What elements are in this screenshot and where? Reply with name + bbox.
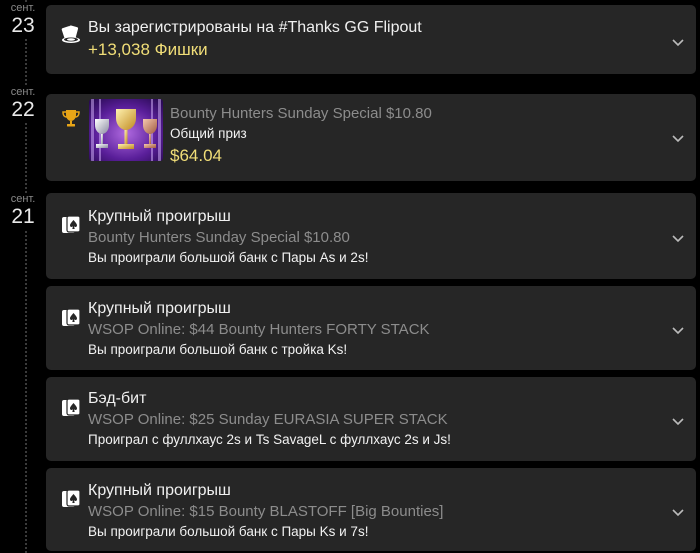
date-day: 23 bbox=[11, 14, 35, 37]
hand-detail: Вы проиграли большой банк с тройка Ks! bbox=[88, 342, 348, 357]
tournament-name: WSOP Online: $25 Sunday EURASIA SUPER ST… bbox=[88, 411, 448, 428]
notification-card-hand[interactable]: Бэд-бит WSOP Online: $25 Sunday EURASIA … bbox=[46, 377, 696, 461]
notification-title: Крупный проигрыш bbox=[88, 300, 231, 317]
chevron-down-icon[interactable] bbox=[672, 131, 684, 143]
hand-detail: Проиграл с фуллхаус 2s и Ts SavageL с фу… bbox=[88, 432, 451, 447]
chips-cards-icon bbox=[60, 23, 82, 45]
chevron-down-icon[interactable] bbox=[672, 323, 684, 335]
tournament-name: WSOP Online: $44 Bounty Hunters FORTY ST… bbox=[88, 321, 430, 338]
date-marker: сент. 23 bbox=[0, 2, 46, 38]
tournament-name: WSOP Online: $15 Bounty BLASTOFF [Big Bo… bbox=[88, 503, 444, 520]
prize-label: Общий приз bbox=[170, 126, 247, 141]
notification-card-hand[interactable]: Крупный проигрыш WSOP Online: $15 Bounty… bbox=[46, 468, 696, 551]
playing-card-icon bbox=[60, 307, 82, 329]
date-month: сент. bbox=[10, 193, 36, 205]
chevron-down-icon[interactable] bbox=[672, 35, 684, 47]
notification-title: Вы зарегистрированы на #Thanks GG Flipou… bbox=[88, 19, 422, 36]
notification-title: Бэд-бит bbox=[88, 390, 147, 407]
date-day: 21 bbox=[11, 205, 35, 228]
date-marker: сент. 22 bbox=[0, 86, 46, 122]
chevron-down-icon[interactable] bbox=[672, 414, 684, 426]
notification-title: Крупный проигрыш bbox=[88, 208, 231, 225]
notification-title: Крупный проигрыш bbox=[88, 482, 231, 499]
tournament-name: Bounty Hunters Sunday Special $10.80 bbox=[170, 105, 432, 122]
notification-card-hand[interactable]: Крупный проигрыш WSOP Online: $44 Bounty… bbox=[46, 286, 696, 370]
timeline-line bbox=[25, 0, 27, 553]
trophy-icon bbox=[60, 107, 82, 129]
hand-detail: Вы проиграли большой банк с Пары As и 2s… bbox=[88, 250, 369, 265]
date-month: сент. bbox=[10, 2, 36, 14]
date-month: сент. bbox=[10, 86, 36, 98]
chevron-down-icon[interactable] bbox=[672, 231, 684, 243]
notification-card-hand[interactable]: Крупный проигрыш Bounty Hunters Sunday S… bbox=[46, 193, 696, 279]
notification-card-prize[interactable]: Bounty Hunters Sunday Special $10.80 Общ… bbox=[46, 94, 696, 181]
playing-card-icon bbox=[60, 488, 82, 510]
prize-amount: $64.04 bbox=[170, 146, 222, 165]
chevron-down-icon[interactable] bbox=[672, 505, 684, 517]
date-marker: сент. 21 bbox=[0, 193, 46, 229]
chips-amount: +13,038 Фишки bbox=[88, 40, 208, 59]
playing-card-icon bbox=[60, 214, 82, 236]
hand-detail: Вы проиграли большой банк с Пары Ks и 7s… bbox=[88, 524, 369, 539]
tournament-name: Bounty Hunters Sunday Special $10.80 bbox=[88, 229, 350, 246]
notification-card-registration[interactable]: Вы зарегистрированы на #Thanks GG Flipou… bbox=[46, 5, 696, 74]
tournament-thumbnail bbox=[89, 99, 163, 161]
date-day: 22 bbox=[11, 98, 35, 121]
playing-card-icon bbox=[60, 397, 82, 419]
